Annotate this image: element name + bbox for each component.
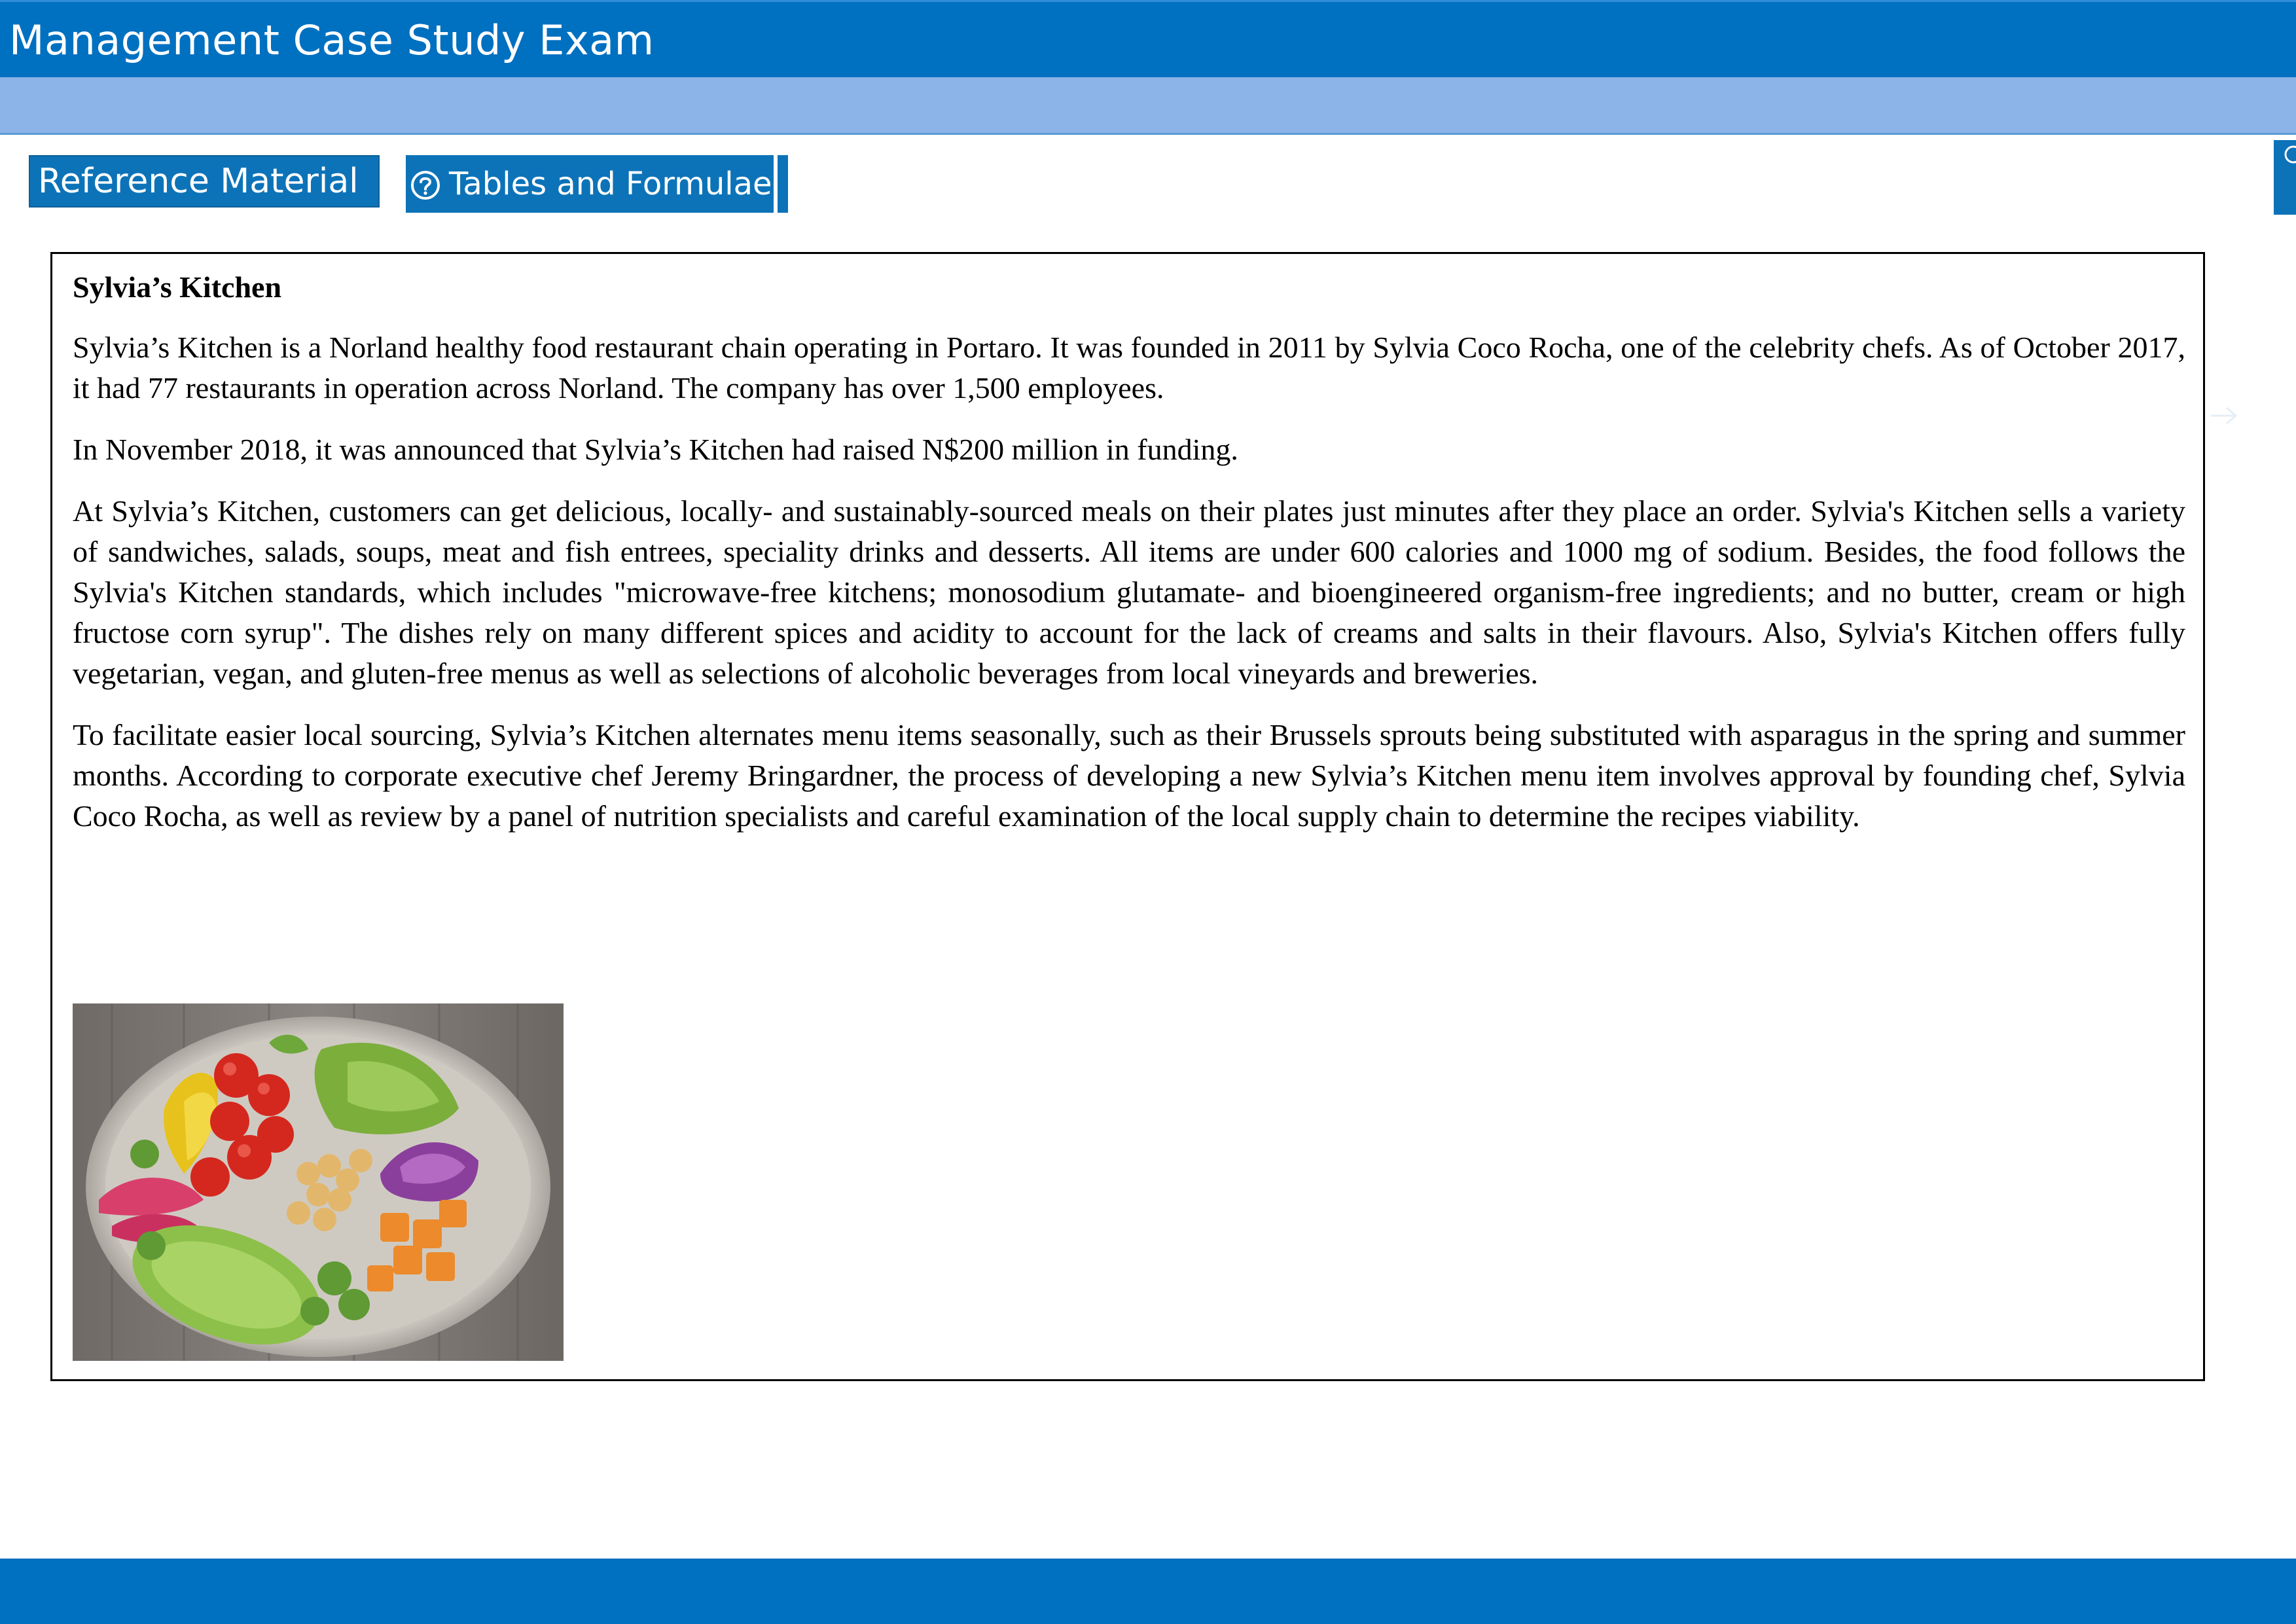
case-paragraph: At Sylvia’s Kitchen, customers can get d… [73, 494, 2185, 690]
case-paragraph: Sylvia’s Kitchen is a Norland healthy fo… [73, 331, 2185, 405]
exam-title: Management Case Study Exam [9, 16, 655, 64]
help-circle-icon [411, 171, 440, 200]
case-paragraph: In November 2018, it was announced that … [73, 433, 1238, 466]
case-title: Sylvia’s Kitchen [73, 270, 282, 304]
case-text: Sylvia’s Kitchen Sylvia’s Kitchen is a N… [73, 267, 2185, 857]
partial-help-icon [2284, 145, 2296, 164]
button-divider [774, 155, 778, 213]
tables-formulae-label: Tables and Formulae [449, 166, 772, 202]
title-bar: Management Case Study Exam [0, 0, 2296, 77]
tables-formulae-button[interactable]: Tables and Formulae [406, 155, 788, 213]
side-panel-tab[interactable] [2274, 140, 2296, 215]
salad-bowl-image [73, 1003, 564, 1361]
reference-material-button[interactable]: Reference Material [29, 155, 380, 208]
toolbar-strip [0, 77, 2296, 135]
reference-content-panel: Sylvia’s Kitchen Sylvia’s Kitchen is a N… [50, 252, 2205, 1381]
footer-bar [0, 1559, 2296, 1624]
faint-arrow-icon [2211, 406, 2238, 425]
case-paragraph: To facilitate easier local sourcing, Syl… [73, 718, 2185, 833]
